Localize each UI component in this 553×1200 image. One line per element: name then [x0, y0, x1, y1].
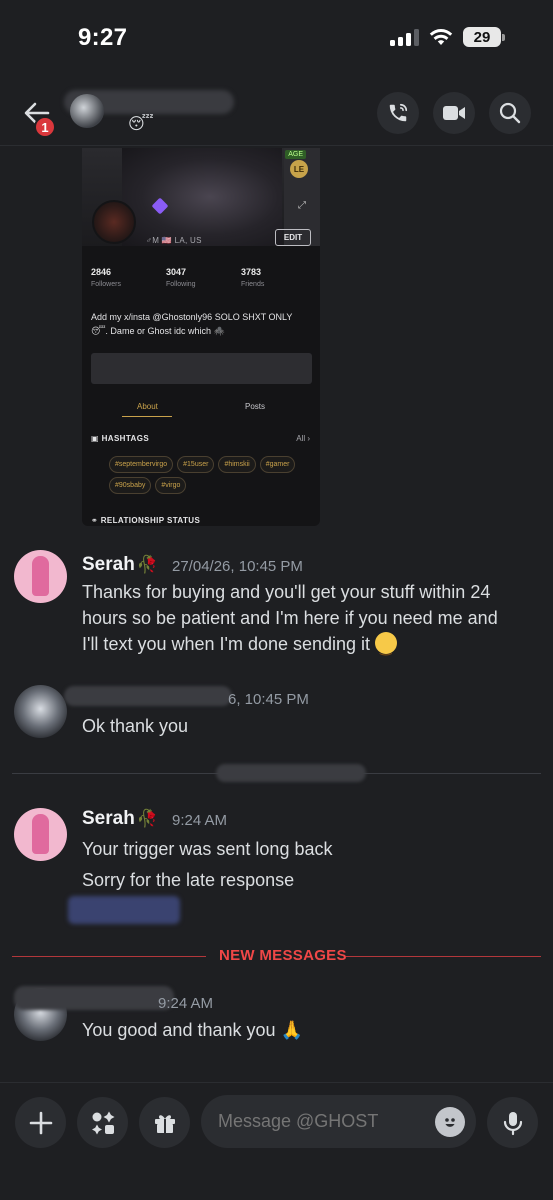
- redacted-block: [91, 353, 312, 384]
- message-timestamp: 9:24 AM: [172, 812, 228, 829]
- stat-followers: 2846 Followers: [91, 267, 121, 288]
- hashtag: #himskii: [218, 456, 256, 473]
- profile-avatar: [92, 200, 136, 244]
- new-messages-label: NEW MESSAGES: [219, 947, 347, 964]
- avatar[interactable]: [70, 94, 104, 128]
- redacted-username: [64, 686, 232, 706]
- age-tag: AGE: [285, 150, 306, 159]
- redacted-username: [14, 986, 174, 1010]
- voice-message-button[interactable]: [487, 1097, 538, 1148]
- hashtags-heading: ▣ HASHTAGS: [91, 434, 150, 443]
- status-emoji: 😴: [128, 116, 154, 133]
- stat-following: 3047 Following: [166, 267, 196, 288]
- relationship-heading: ⚭ RELATIONSHIP STATUS: [91, 516, 201, 525]
- hashtag: #septembervirgo: [109, 456, 174, 473]
- stat-friends: 3783 Friends: [241, 267, 265, 288]
- banner-photo: [122, 148, 282, 246]
- composer-bar: [0, 1082, 553, 1200]
- tab-posts: Posts: [245, 402, 266, 411]
- message-content: Ok thank you: [82, 716, 189, 736]
- wifi-icon: [429, 29, 453, 45]
- smiley-icon: [445, 1118, 455, 1127]
- channel-header: 1 😴: [0, 78, 553, 146]
- avatar[interactable]: [14, 808, 67, 861]
- status-time: 9:27: [78, 24, 128, 51]
- plus-icon: [29, 1111, 52, 1134]
- hashtag-list: #septembervirgo #15user #himskii #gamer …: [109, 456, 309, 494]
- rose-icon: 🥀: [136, 809, 158, 828]
- message-content: Your trigger was sent long back Sorry fo…: [82, 839, 333, 890]
- tab-about: About: [137, 402, 158, 411]
- profile-location: ♂M 🇺🇸 LA, US: [146, 236, 202, 245]
- hashtag: #15user: [177, 456, 215, 473]
- rose-icon: 🥀: [136, 555, 158, 574]
- expand-icon: ⤢: [298, 200, 306, 211]
- voice-call-button[interactable]: [377, 92, 419, 134]
- apps-button[interactable]: [77, 1097, 128, 1148]
- image-attachment[interactable]: AGE LE ⤢ ♂M 🇺🇸 LA, US EDIT 2846 Follower…: [82, 148, 320, 526]
- level-badge: LE: [290, 160, 308, 178]
- message-content: Thanks for buying and you'll get your st…: [82, 579, 498, 660]
- video-call-button[interactable]: [433, 92, 475, 134]
- message-timestamp: 6, 10:45 PM: [228, 691, 309, 708]
- hashtag: #90sbaby: [109, 477, 152, 494]
- rings-icon: ⚭: [91, 516, 101, 525]
- battery-icon: 29: [463, 27, 505, 47]
- profile-bio: Add my x/insta @Ghostonly96 SOLO SHXT ON…: [91, 312, 293, 336]
- emoji-picker-button[interactable]: [435, 1107, 465, 1137]
- new-messages-divider: NEW MESSAGES: [0, 946, 553, 966]
- add-attachment-button[interactable]: [15, 1097, 66, 1148]
- avatar[interactable]: [14, 550, 67, 603]
- battery-level: 29: [463, 27, 501, 47]
- status-icons: 29: [390, 27, 505, 47]
- phone-icon: [389, 103, 408, 122]
- message-timestamp: 9:24 AM: [158, 995, 214, 1012]
- gift-icon: [154, 1114, 175, 1133]
- redacted-date: [216, 764, 366, 782]
- hashtag: #gamer: [259, 456, 296, 473]
- hashtags-all-link: All ›: [296, 434, 310, 443]
- message-author[interactable]: Serah 🥀: [82, 554, 158, 576]
- signal-icon: [390, 28, 419, 46]
- video-camera-icon: [443, 106, 465, 120]
- message-timestamp: 27/04/26, 10:45 PM: [172, 558, 303, 575]
- gift-button[interactable]: [139, 1097, 190, 1148]
- microphone-icon: [503, 1111, 522, 1135]
- search-icon: [499, 102, 521, 124]
- hashtag-icon: ▣: [91, 434, 102, 443]
- notification-badge: 1: [34, 116, 56, 138]
- status-bar: 9:27 29: [0, 0, 553, 75]
- hashtag: #virgo: [155, 477, 187, 494]
- redacted-attachment: [68, 896, 180, 924]
- pray-emoji-icon: 🙏: [280, 1020, 303, 1040]
- edit-profile-button: EDIT: [275, 229, 311, 246]
- search-button[interactable]: [489, 92, 531, 134]
- apps-sparkle-icon: [91, 1111, 114, 1134]
- message-content: You good and thank you 🙏: [82, 1017, 303, 1043]
- avatar[interactable]: [14, 685, 67, 738]
- message-author[interactable]: Serah 🥀: [82, 808, 158, 830]
- smile-emoji-icon: [375, 632, 398, 660]
